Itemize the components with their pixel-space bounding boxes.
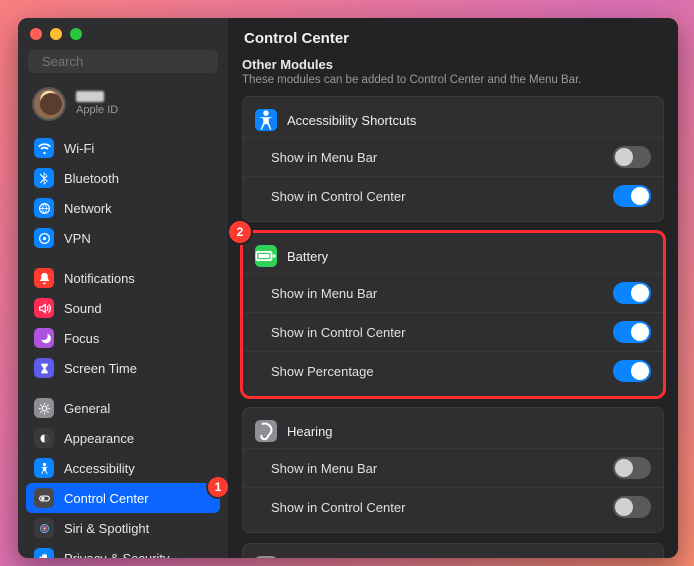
toggle-battery-percentage[interactable] [613,360,651,382]
network-icon [34,198,54,218]
module-accessibility-shortcuts: Accessibility Shortcuts Show in Menu Bar… [242,96,664,222]
apple-id-row[interactable]: Apple ID [18,83,228,133]
gear-icon [34,398,54,418]
zoom-icon[interactable] [70,28,82,40]
battery-icon [255,245,277,267]
minimize-icon[interactable] [50,28,62,40]
section-desc: These modules can be added to Control Ce… [242,74,664,86]
accessibility-icon [34,458,54,478]
sound-icon [34,298,54,318]
row-menu-bar: Show in Menu Bar [243,137,663,176]
sidebar-item-focus[interactable]: Focus [26,323,220,353]
row-menu-bar: Show in Menu Bar [243,448,663,487]
control-center-icon [34,488,54,508]
hand-icon [34,548,54,558]
toggle-battery-cc[interactable] [613,321,651,343]
sidebar-item-network[interactable]: Network [26,193,220,223]
sidebar-item-sound[interactable]: Sound [26,293,220,323]
sidebar-item-vpn[interactable]: VPN [26,223,220,253]
sidebar-item-siri-spotlight[interactable]: Siri & Spotlight [26,513,220,543]
sidebar-item-screen-time[interactable]: Screen Time [26,353,220,383]
row-menu-bar: Show in Menu Bar [243,273,663,312]
toggle-battery-menubar[interactable] [613,282,651,304]
row-control-center: Show in Control Center [243,487,663,526]
module-hearing: Hearing Show in Menu Bar Show in Control… [242,407,664,533]
content-pane: Control Center Other Modules These modul… [228,18,678,558]
vpn-icon [34,228,54,248]
ear-icon [255,420,277,442]
module-fast-user-switching: Fast User Switching Show in Menu Bar Don… [242,543,664,558]
toggle-hearing-menubar[interactable] [613,457,651,479]
focus-icon [34,328,54,348]
sidebar-item-wifi[interactable]: Wi-Fi [26,133,220,163]
sidebar-item-privacy-security[interactable]: Privacy & Security [26,543,220,558]
row-control-center: Show in Control Center [243,312,663,351]
search-field[interactable] [28,50,218,73]
toggle-accessibility-cc[interactable] [613,185,651,207]
sidebar-item-notifications[interactable]: Notifications [26,263,220,293]
page-title: Control Center [228,18,678,53]
marker-2: 2 [229,221,251,243]
bell-icon [34,268,54,288]
appearance-icon [34,428,54,448]
sidebar-item-general[interactable]: General [26,393,220,423]
module-battery: 2 Battery Show in Menu Bar Show in Contr… [242,232,664,397]
accessibility-icon [255,109,277,131]
row-control-center: Show in Control Center [243,176,663,215]
bluetooth-icon [34,168,54,188]
hourglass-icon [34,358,54,378]
sidebar-item-appearance[interactable]: Appearance [26,423,220,453]
content-scroll[interactable]: Other Modules These modules can be added… [228,53,678,558]
toggle-hearing-cc[interactable] [613,496,651,518]
row-percentage: Show Percentage [243,351,663,390]
sidebar-item-accessibility[interactable]: Accessibility [26,453,220,483]
window-controls [18,18,228,46]
sidebar: Apple ID Wi-Fi Bluetooth Network VPN Not… [18,18,228,558]
apple-id-sub: Apple ID [76,104,118,117]
apple-id-name [76,91,104,102]
sidebar-nav: Wi-Fi Bluetooth Network VPN Notification… [18,133,228,558]
toggle-accessibility-menubar[interactable] [613,146,651,168]
siri-icon [34,518,54,538]
marker-1: 1 [208,477,228,497]
settings-window: Apple ID Wi-Fi Bluetooth Network VPN Not… [18,18,678,558]
sidebar-item-control-center[interactable]: Control Center 1 [26,483,220,513]
wifi-icon [34,138,54,158]
users-icon [255,556,277,558]
section-title: Other Modules [242,57,664,72]
close-icon[interactable] [30,28,42,40]
avatar [32,87,66,121]
sidebar-item-bluetooth[interactable]: Bluetooth [26,163,220,193]
search-input[interactable] [42,54,218,69]
